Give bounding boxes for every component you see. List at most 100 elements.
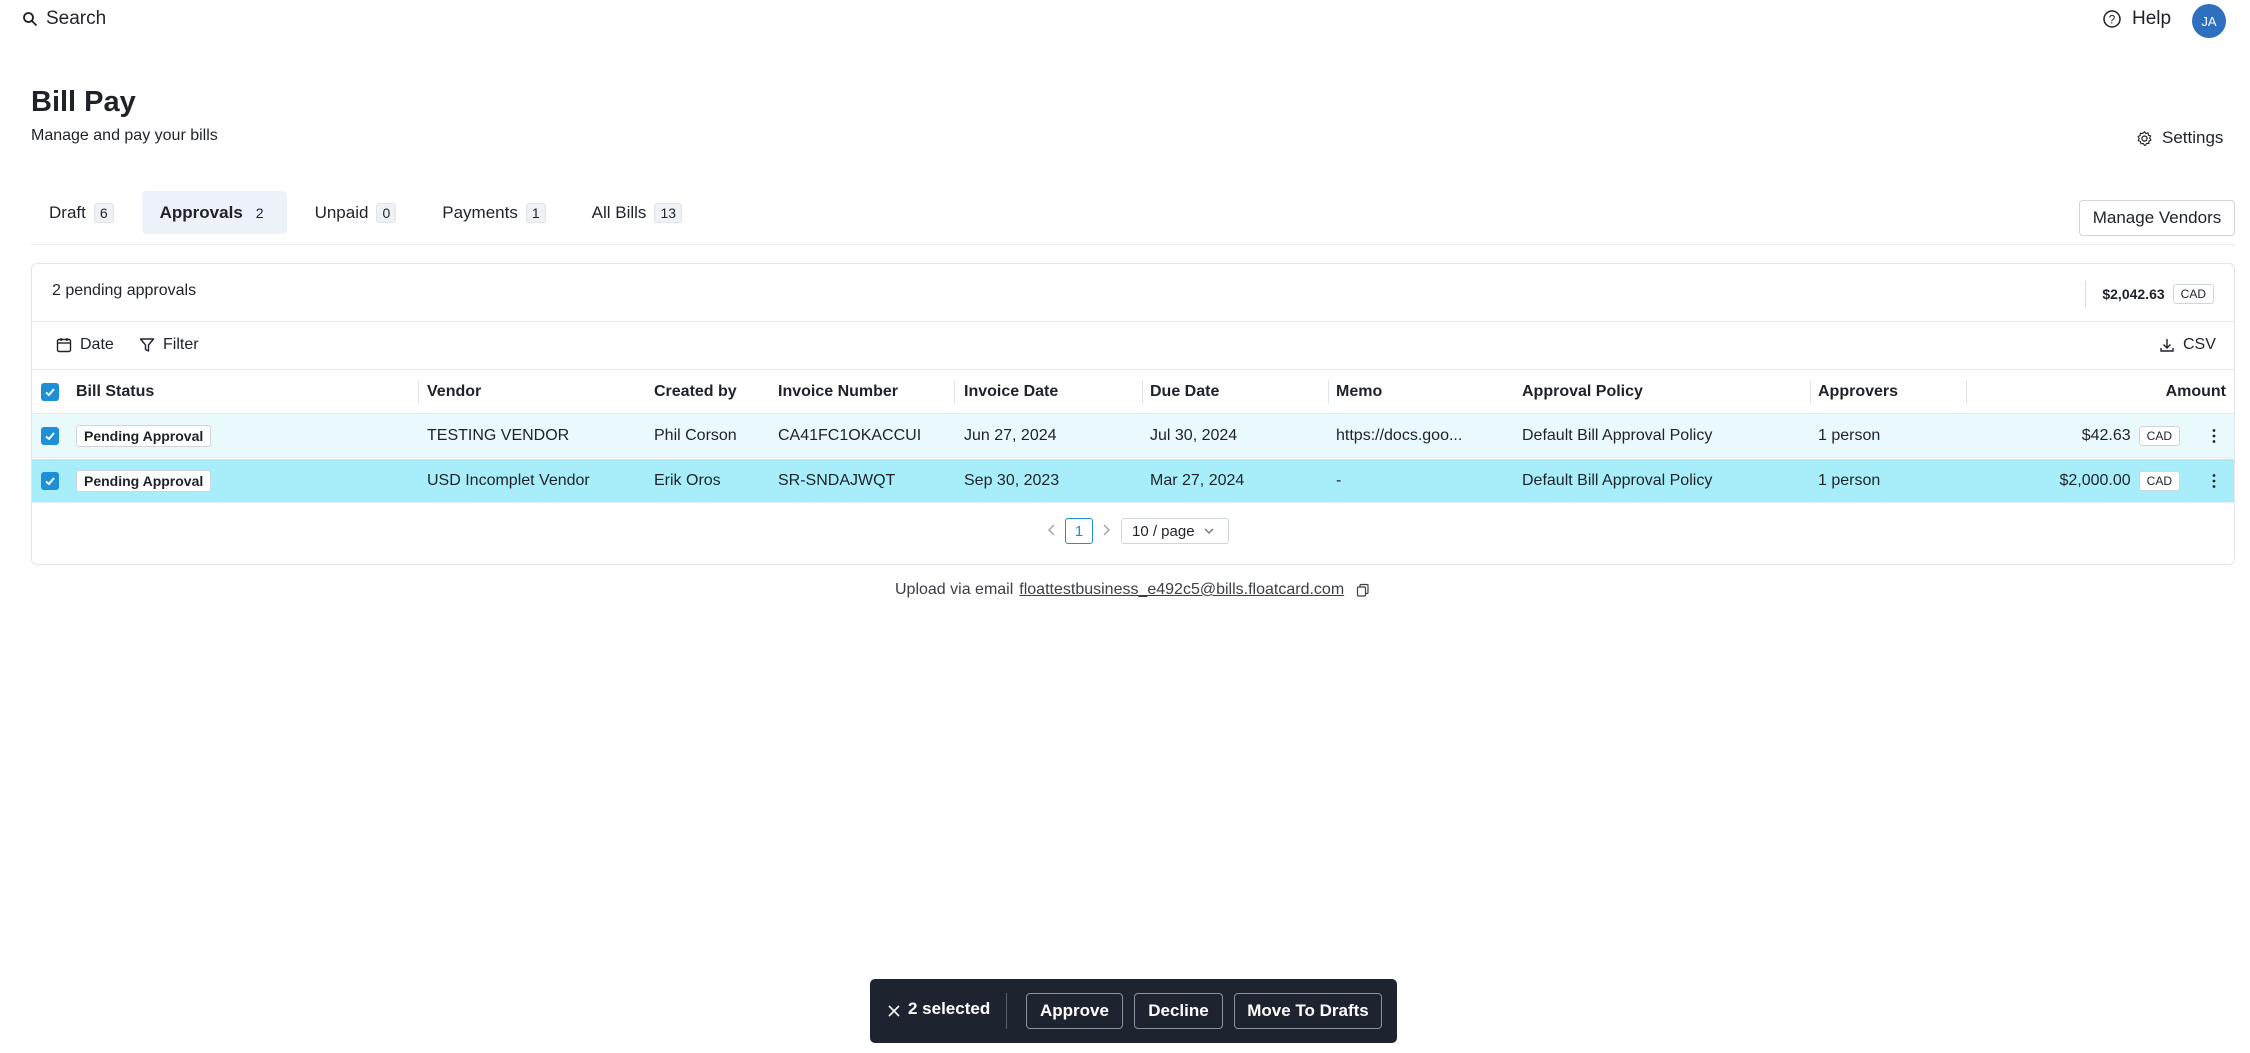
tab-count: 13 xyxy=(654,202,683,223)
card-header: 2 pending approvals $2,042.63 CAD xyxy=(32,264,2234,322)
csv-export-button[interactable]: CSV xyxy=(2159,336,2216,354)
row-checkbox[interactable] xyxy=(41,427,59,445)
more-vertical-icon xyxy=(2212,429,2216,443)
status-cell: Pending Approval xyxy=(76,414,212,458)
column-header[interactable]: Created by xyxy=(654,370,737,414)
column-header[interactable]: Amount xyxy=(2166,370,2226,414)
csv-label: CSV xyxy=(2183,336,2216,353)
calendar-icon xyxy=(56,338,72,353)
table-row[interactable]: Pending Approval TESTING VENDOR Phil Cor… xyxy=(32,414,2234,458)
filter-button[interactable]: Filter xyxy=(139,336,199,354)
bills-card: 2 pending approvals $2,042.63 CAD Date F… xyxy=(31,263,2235,565)
tab-unpaid[interactable]: Unpaid 0 xyxy=(297,191,415,234)
tab-label: All Bills xyxy=(591,202,647,222)
column-header[interactable]: Bill Status xyxy=(76,370,154,414)
upload-email-link[interactable]: floattestbusiness_e492c5@bills.floatcard… xyxy=(1019,581,1344,599)
page-number-button[interactable]: 1 xyxy=(1065,518,1093,544)
chevron-right-icon[interactable] xyxy=(1098,522,1114,538)
filter-icon xyxy=(139,338,155,352)
tab-label: Draft xyxy=(49,202,86,222)
bill-tabs: Draft 6 Approvals 2 Unpaid 0 Payments 1 … xyxy=(31,191,710,234)
created-by-cell: Erik Oros xyxy=(654,472,721,489)
settings-button[interactable]: Settings xyxy=(2136,128,2223,148)
move-to-drafts-button[interactable]: Move To Drafts xyxy=(1234,993,1382,1029)
tabs-divider xyxy=(31,244,2235,245)
bulk-actions-bar: 2 selected Approve Decline Move To Draft… xyxy=(870,979,1397,1043)
chevron-left-icon[interactable] xyxy=(1044,522,1060,538)
column-header[interactable]: Vendor xyxy=(427,370,481,414)
approvers-cell: 1 person xyxy=(1818,427,1881,444)
tab-label: Approvals xyxy=(159,202,243,222)
upload-label: Upload via email xyxy=(895,581,1014,598)
tab-label: Payments xyxy=(442,202,518,222)
due-date-cell: Jul 30, 2024 xyxy=(1150,427,1238,444)
user-avatar[interactable]: JA xyxy=(2192,4,2226,38)
column-divider xyxy=(1142,380,1143,404)
amount-value: $42.63 xyxy=(2081,427,2131,444)
tab-draft[interactable]: Draft 6 xyxy=(31,191,132,234)
column-header[interactable]: Approvers xyxy=(1818,370,1898,414)
check-icon xyxy=(45,388,55,397)
invoice-number-cell: SR-SNDAJWQT xyxy=(778,472,896,489)
row-menu-button[interactable] xyxy=(2204,471,2224,491)
status-badge: Pending Approval xyxy=(76,470,212,492)
settings-label: Settings xyxy=(2162,128,2224,147)
select-all-checkbox[interactable] xyxy=(41,383,59,401)
divider xyxy=(1006,993,1007,1029)
status-badge: Pending Approval xyxy=(76,425,212,447)
currency-badge: CAD xyxy=(2138,471,2180,491)
column-divider xyxy=(1966,380,1967,404)
approve-button[interactable]: Approve xyxy=(1026,993,1123,1029)
column-header[interactable]: Due Date xyxy=(1150,370,1219,414)
filter-label: Filter xyxy=(163,336,199,353)
total-amount-value: $2,042.63 xyxy=(2102,286,2165,302)
decline-button[interactable]: Decline xyxy=(1134,993,1223,1029)
tab-payments[interactable]: Payments 1 xyxy=(424,191,563,234)
table-row[interactable]: Pending Approval USD Incomplet Vendor Er… xyxy=(32,459,2234,503)
pagination: 1 10 / page xyxy=(32,516,2234,546)
tab-label: Unpaid xyxy=(314,202,369,222)
check-icon xyxy=(45,477,55,486)
divider xyxy=(2085,281,2087,307)
selected-count: 2 selected xyxy=(908,999,991,1018)
top-bar: Search ? Help JA xyxy=(0,0,2250,44)
page-title: Bill Pay xyxy=(31,86,136,118)
help-icon: ? xyxy=(2103,10,2121,28)
column-header[interactable]: Approval Policy xyxy=(1522,370,1643,414)
date-filter-button[interactable]: Date xyxy=(56,336,114,354)
row-checkbox[interactable] xyxy=(41,472,59,490)
chevron-down-icon xyxy=(1204,528,1214,534)
amount-cell: $2,000.00 CAD xyxy=(2059,459,2180,503)
page-size-value: 10 / page xyxy=(1132,522,1195,540)
column-divider xyxy=(1810,380,1811,404)
row-menu-button[interactable] xyxy=(2204,426,2224,446)
check-icon xyxy=(45,432,55,441)
more-vertical-icon xyxy=(2212,474,2216,488)
download-icon xyxy=(2160,339,2174,352)
invoice-date-cell: Sep 30, 2023 xyxy=(964,472,1060,489)
invoice-date-cell: Jun 27, 2024 xyxy=(964,427,1057,444)
close-icon[interactable] xyxy=(886,1003,902,1019)
memo-cell: https://docs.goo... xyxy=(1336,427,1463,444)
column-header[interactable]: Memo xyxy=(1336,370,1382,414)
column-header[interactable]: Invoice Date xyxy=(964,370,1058,414)
tab-all-bills[interactable]: All Bills 13 xyxy=(574,191,700,234)
tab-count: 0 xyxy=(376,202,397,223)
tab-count: 2 xyxy=(255,204,264,221)
approval-policy-cell: Default Bill Approval Policy xyxy=(1522,472,1713,489)
created-by-cell: Phil Corson xyxy=(654,427,737,444)
page-size-select[interactable]: 10 / page xyxy=(1121,518,1229,544)
approval-policy-cell: Default Bill Approval Policy xyxy=(1522,427,1713,444)
column-header[interactable]: Invoice Number xyxy=(778,370,898,414)
manage-vendors-button[interactable]: Manage Vendors xyxy=(2079,200,2235,236)
tab-approvals[interactable]: Approvals 2 xyxy=(141,191,287,234)
column-divider xyxy=(418,380,419,404)
copy-icon[interactable] xyxy=(1356,583,1370,597)
help-label: Help xyxy=(2132,8,2172,29)
total-amount: $2,042.63 CAD xyxy=(2085,281,2214,307)
pending-approvals-text: 2 pending approvals xyxy=(52,282,197,299)
column-divider xyxy=(1328,380,1329,404)
help-button[interactable]: ? Help xyxy=(2102,8,2171,30)
search-trigger[interactable]: Search xyxy=(22,8,106,30)
status-cell: Pending Approval xyxy=(76,459,212,503)
